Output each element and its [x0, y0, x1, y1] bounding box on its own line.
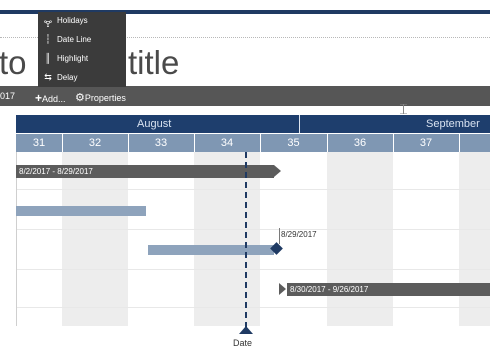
week-shade	[62, 152, 128, 326]
properties-button[interactable]: ⚙Properties	[75, 91, 126, 104]
menu-item-label: Highlight	[57, 54, 89, 63]
properties-button-label: Properties	[84, 93, 126, 103]
week-33: 33	[154, 137, 168, 149]
menu-item-highlight[interactable]: ║ Highlight	[38, 50, 126, 68]
month-separator	[299, 115, 300, 133]
task-bar-label: 8/2/2017 - 8/29/2017	[19, 167, 93, 176]
week-35: 35	[287, 137, 300, 149]
date-marker-label: Date	[233, 338, 253, 348]
row-divider	[16, 307, 490, 308]
month-august: August	[137, 118, 172, 130]
task-bar[interactable]: 8/30/2017 - 9/26/2017	[287, 283, 490, 296]
week-shade	[459, 152, 490, 326]
week-36: 36	[353, 137, 367, 149]
left-axis-line	[16, 152, 17, 326]
highlight-icon: ║	[44, 53, 52, 63]
menu-item-label: Date Line	[57, 35, 92, 44]
menu-item-holidays[interactable]: 🝖 Holidays	[38, 12, 126, 30]
delay-icon: ⇆	[44, 72, 52, 82]
menu-item-delay[interactable]: ⇆ Delay	[38, 69, 126, 87]
add-dropdown-menu: 🝖 Holidays ┆ Date Line ║ Highlight ⇆ Del…	[38, 12, 126, 87]
task-bar-arrow-icon	[274, 165, 281, 177]
milestone-label: 8/29/2017	[281, 230, 317, 239]
title-text-right: title	[128, 44, 180, 81]
date-marker-icon[interactable]	[239, 326, 253, 334]
add-button[interactable]: +Add...	[35, 91, 66, 105]
row-divider	[16, 189, 490, 190]
week-32: 32	[88, 137, 102, 149]
date-line-icon: ┆	[45, 34, 51, 44]
text-cursor-icon	[400, 104, 407, 114]
task-bar[interactable]: 8/2/2017 - 8/29/2017	[16, 165, 274, 178]
plus-icon: +	[35, 91, 43, 105]
menu-item-label: Holidays	[57, 16, 88, 25]
milestone-leader-line	[279, 228, 280, 244]
task-bar-label: 8/30/2017 - 9/26/2017	[290, 285, 369, 294]
task-bar[interactable]	[16, 206, 146, 216]
week-37: 37	[419, 137, 433, 149]
week-34: 34	[220, 137, 234, 149]
gear-icon: ⚙	[75, 92, 85, 104]
add-button-label: Add...	[42, 94, 66, 104]
week-shade	[194, 152, 260, 326]
menu-item-date-line[interactable]: ┆ Date Line	[38, 31, 126, 49]
toolbar: 017 +Add... ⚙Properties	[0, 86, 490, 106]
menu-item-label: Delay	[57, 73, 78, 82]
month-september: September	[426, 118, 480, 130]
week-header: 31 32 33 34 35 36 37	[16, 134, 490, 152]
month-header: August September	[16, 115, 490, 133]
task-bar[interactable]	[148, 245, 274, 255]
toolbar-year-fragment: 017	[0, 91, 16, 101]
week-separator	[459, 134, 460, 152]
task-bar-start-arrow-icon	[279, 283, 286, 295]
week-31: 31	[32, 137, 46, 149]
row-divider	[16, 269, 490, 270]
title-text-left: to	[0, 44, 27, 81]
week-shade	[327, 152, 393, 326]
date-line[interactable]	[245, 152, 247, 328]
row-divider	[16, 229, 490, 230]
